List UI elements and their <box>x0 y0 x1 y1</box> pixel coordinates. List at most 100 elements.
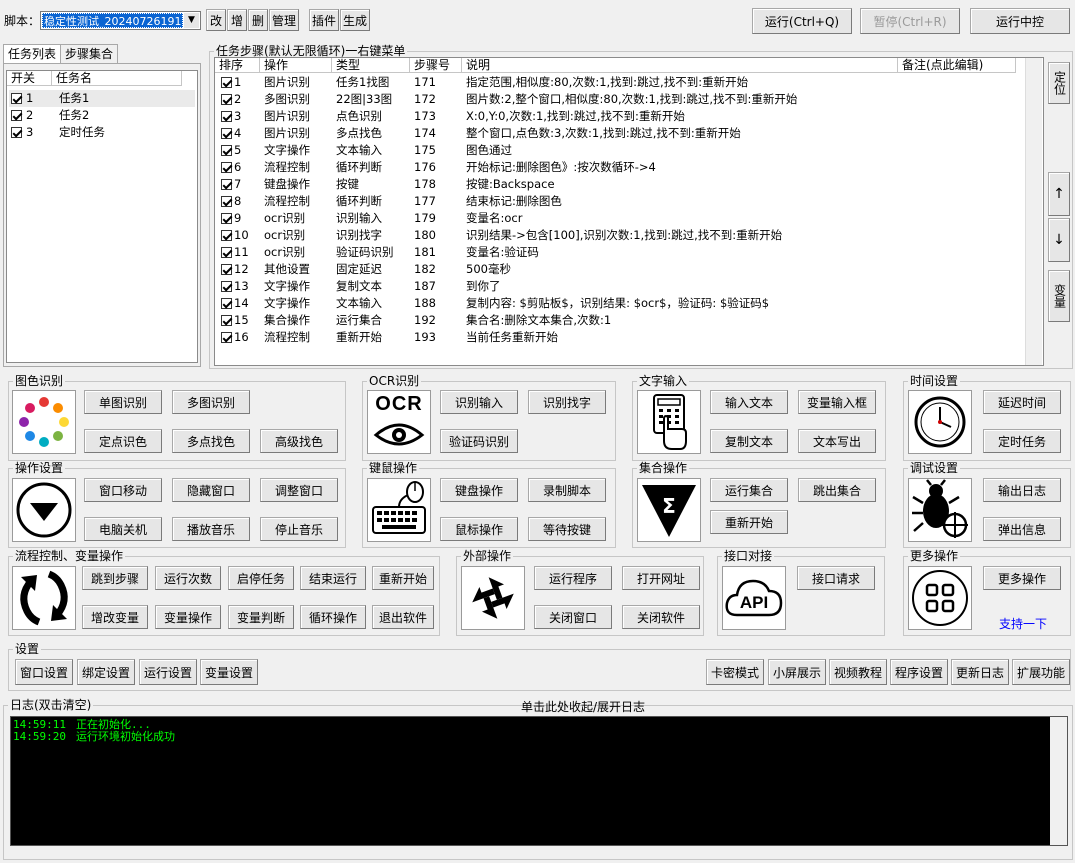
run-settings-button[interactable]: 运行设置 <box>139 659 197 685</box>
restart-set-button[interactable]: 重新开始 <box>710 510 788 534</box>
fixed-point-color-button[interactable]: 定点识色 <box>84 429 162 453</box>
shutdown-button[interactable]: 电脑关机 <box>84 517 162 541</box>
task-list-item[interactable]: 2 任务2 <box>9 107 195 124</box>
move-up-button[interactable]: ↑ <box>1048 172 1070 216</box>
steps-header-remark[interactable]: 备注(点此编辑) <box>898 58 1016 73</box>
small-screen-button[interactable]: 小屏展示 <box>768 659 826 685</box>
task-list-item[interactable]: 1 任务1 <box>9 90 195 107</box>
variable-operation-button[interactable]: 变量操作 <box>155 605 221 629</box>
locate-button[interactable]: 定位 <box>1048 62 1070 104</box>
log-output[interactable]: 14:59:11 正在初始化... 14:59:20 运行环境初始化成功 <box>10 716 1068 846</box>
step-row[interactable]: 8 流程控制 循环判断 177 结束标记:删除图色 <box>217 193 1023 210</box>
open-url-button[interactable]: 打开网址 <box>622 566 700 590</box>
tab-task-list[interactable]: 任务列表 <box>3 44 62 64</box>
task-list-item[interactable]: 3 定时任务 <box>9 124 195 141</box>
step-checkbox[interactable] <box>221 315 232 326</box>
step-row[interactable]: 11 ocr识别 验证码识别 181 变量名:验证码 <box>217 244 1023 261</box>
log-scrollbar[interactable] <box>1050 717 1067 845</box>
steps-header-order[interactable]: 排序 <box>215 58 260 73</box>
output-log-button[interactable]: 输出日志 <box>983 478 1061 502</box>
run-button[interactable]: 运行(Ctrl+Q) <box>752 8 852 34</box>
variable-settings-button[interactable]: 变量设置 <box>200 659 258 685</box>
run-mid-control-button[interactable]: 运行中控 <box>970 8 1070 34</box>
step-row[interactable]: 6 流程控制 循环判断 176 开始标记:删除图色》:按次数循环->4 <box>217 159 1023 176</box>
bind-settings-button[interactable]: 绑定设置 <box>77 659 135 685</box>
step-row[interactable]: 14 文字操作 文本输入 188 复制内容: $剪贴板$，识别结果: $ocr$，验证码… <box>217 295 1023 312</box>
popup-info-button[interactable]: 弹出信息 <box>983 517 1061 541</box>
jump-to-step-button[interactable]: 跳到步骤 <box>82 566 148 590</box>
steps-header-operation[interactable]: 操作 <box>260 58 332 73</box>
task-list[interactable]: 开关 任务名 1 任务1 2 任务2 3 定时任务 <box>6 70 198 363</box>
step-row[interactable]: 12 其他设置 固定延迟 182 500毫秒 <box>217 261 1023 278</box>
step-row[interactable]: 4 图片识别 多点找色 174 整个窗口,点色数:3,次数:1,找到:跳过,找不到:重新… <box>217 125 1023 142</box>
video-tutorial-button[interactable]: 视频教程 <box>829 659 887 685</box>
window-move-button[interactable]: 窗口移动 <box>84 478 162 502</box>
modify-variable-button[interactable]: 增改变量 <box>82 605 148 629</box>
steps-header-description[interactable]: 说明 <box>462 58 898 73</box>
plugin-button[interactable]: 插件 <box>309 9 339 31</box>
captcha-recognition-button[interactable]: 验证码识别 <box>440 429 518 453</box>
pause-button[interactable]: 暂停(Ctrl+R) <box>860 8 960 34</box>
step-checkbox[interactable] <box>221 196 232 207</box>
step-row[interactable]: 15 集合操作 运行集合 192 集合名:删除文本集合,次数:1 <box>217 312 1023 329</box>
add-script-button[interactable]: 增 <box>227 9 247 31</box>
step-checkbox[interactable] <box>221 179 232 190</box>
step-checkbox[interactable] <box>221 332 232 343</box>
step-checkbox[interactable] <box>221 230 232 241</box>
step-checkbox[interactable] <box>221 264 232 275</box>
program-settings-button[interactable]: 程序设置 <box>890 659 948 685</box>
task-checkbox[interactable] <box>11 93 22 104</box>
keyboard-operation-button[interactable]: 键盘操作 <box>440 478 518 502</box>
steps-header-step-number[interactable]: 步骤号 <box>410 58 462 73</box>
copy-text-button[interactable]: 复制文本 <box>710 429 788 453</box>
variable-button[interactable]: 变量 <box>1048 270 1070 322</box>
log-title[interactable]: 日志(双击清空) <box>8 698 94 712</box>
manage-button[interactable]: 管理 <box>269 9 299 31</box>
step-checkbox[interactable] <box>221 145 232 156</box>
variable-judge-button[interactable]: 变量判断 <box>228 605 294 629</box>
step-row[interactable]: 7 键盘操作 按键 178 按键:Backspace <box>217 176 1023 193</box>
restart-button[interactable]: 重新开始 <box>372 566 434 590</box>
support-link[interactable]: 支持一下 <box>999 615 1047 632</box>
task-list-header-switch[interactable]: 开关 <box>7 71 52 86</box>
move-down-button[interactable]: ↓ <box>1048 218 1070 262</box>
step-row[interactable]: 16 流程控制 重新开始 193 当前任务重新开始 <box>217 329 1023 346</box>
step-checkbox[interactable] <box>221 298 232 309</box>
end-run-button[interactable]: 结束运行 <box>300 566 366 590</box>
variable-input-box-button[interactable]: 变量输入框 <box>798 390 876 414</box>
play-music-button[interactable]: 播放音乐 <box>172 517 250 541</box>
step-checkbox[interactable] <box>221 213 232 224</box>
run-program-button[interactable]: 运行程序 <box>534 566 612 590</box>
close-software-button[interactable]: 关闭软件 <box>622 605 700 629</box>
extended-features-button[interactable]: 扩展功能 <box>1012 659 1070 685</box>
record-script-button[interactable]: 录制脚本 <box>528 478 606 502</box>
steps-header-type[interactable]: 类型 <box>332 58 410 73</box>
steps-scrollbar[interactable] <box>1025 58 1042 365</box>
step-row[interactable]: 10 ocr识别 识别找字 180 识别结果->包含[100],识别次数:1,找到:跳过… <box>217 227 1023 244</box>
stop-music-button[interactable]: 停止音乐 <box>260 517 338 541</box>
window-settings-button[interactable]: 窗口设置 <box>15 659 73 685</box>
scheduled-task-button[interactable]: 定时任务 <box>983 429 1061 453</box>
delete-script-button[interactable]: 删 <box>248 9 268 31</box>
log-toggle[interactable]: 单击此处收起/展开日志 <box>521 698 645 715</box>
task-list-header-name[interactable]: 任务名 <box>52 71 182 86</box>
single-image-recognition-button[interactable]: 单图识别 <box>84 390 162 414</box>
advanced-color-button[interactable]: 高级找色 <box>260 429 338 453</box>
step-checkbox[interactable] <box>221 77 232 88</box>
api-request-button[interactable]: 接口请求 <box>797 566 875 590</box>
recognize-input-button[interactable]: 识别输入 <box>440 390 518 414</box>
step-checkbox[interactable] <box>221 247 232 258</box>
more-operations-button[interactable]: 更多操作 <box>983 566 1061 590</box>
delay-time-button[interactable]: 延迟时间 <box>983 390 1061 414</box>
start-stop-task-button[interactable]: 启停任务 <box>228 566 294 590</box>
recognize-find-text-button[interactable]: 识别找字 <box>528 390 606 414</box>
hide-window-button[interactable]: 隐藏窗口 <box>172 478 250 502</box>
task-checkbox[interactable] <box>11 127 22 138</box>
multi-image-recognition-button[interactable]: 多图识别 <box>172 390 250 414</box>
step-row[interactable]: 13 文字操作 复制文本 187 到你了 <box>217 278 1023 295</box>
write-text-button[interactable]: 文本写出 <box>798 429 876 453</box>
loop-operation-button[interactable]: 循环操作 <box>300 605 366 629</box>
run-set-button[interactable]: 运行集合 <box>710 478 788 502</box>
multi-point-color-button[interactable]: 多点找色 <box>172 429 250 453</box>
close-window-button[interactable]: 关闭窗口 <box>534 605 612 629</box>
